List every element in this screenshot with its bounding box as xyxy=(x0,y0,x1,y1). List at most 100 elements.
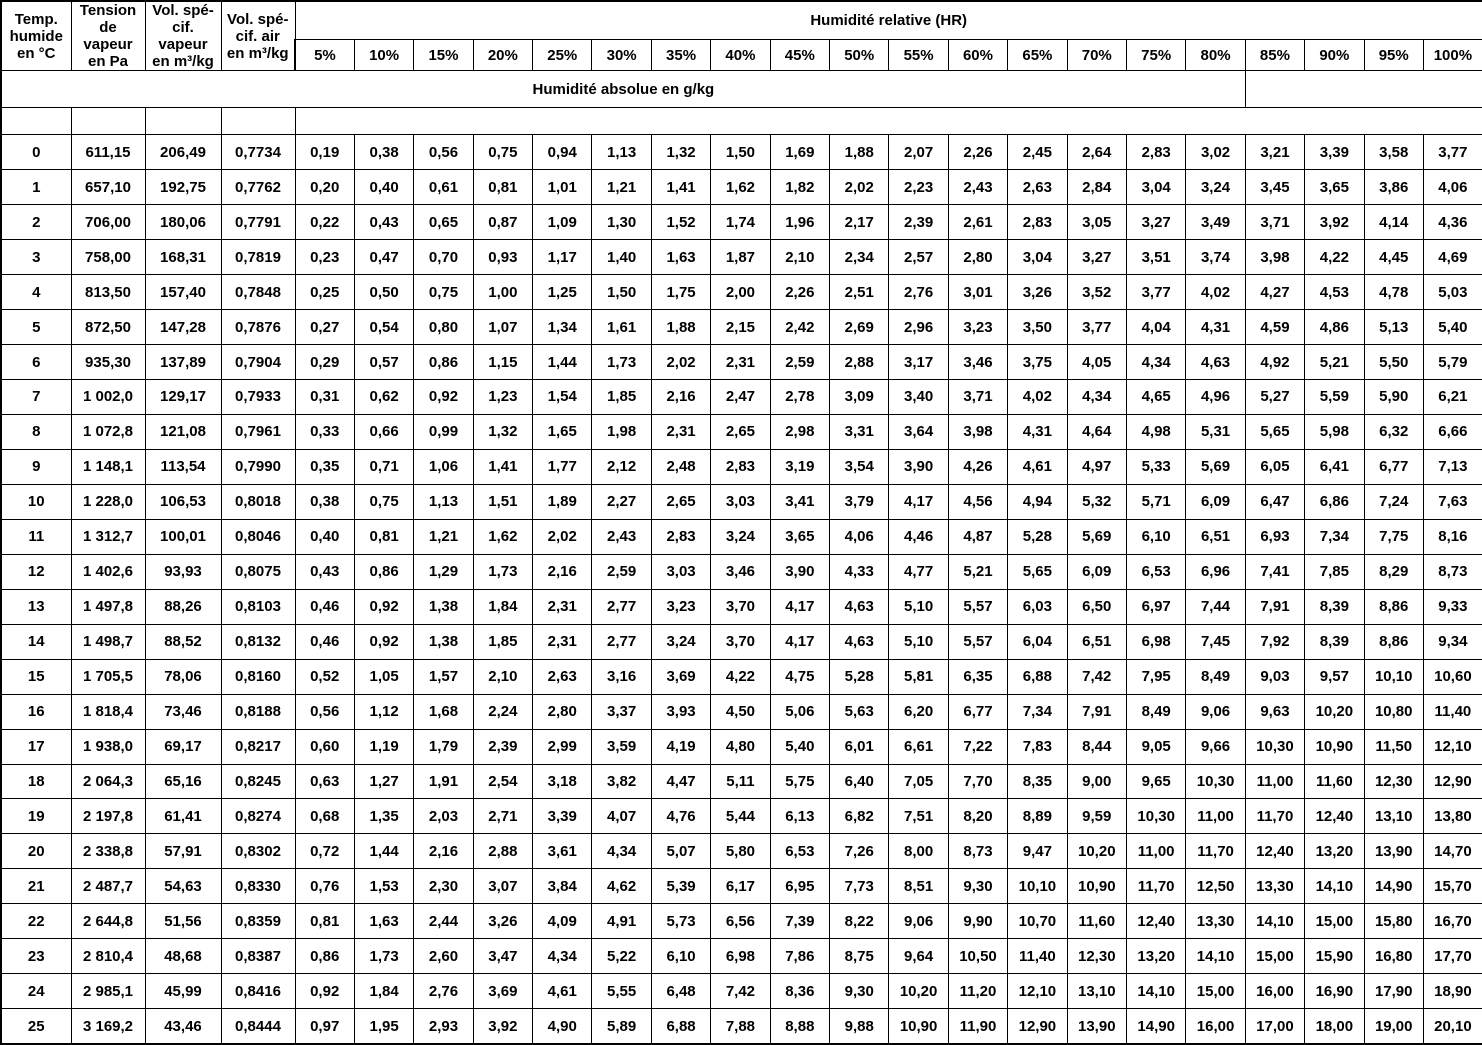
cell-humidite-absolue: 6,88 xyxy=(650,1008,712,1045)
cell-humidite-absolue: 1,77 xyxy=(532,448,593,485)
cell-humidite-absolue: 3,03 xyxy=(650,553,712,590)
cell-humidite-absolue: 3,77 xyxy=(1422,134,1482,171)
cell-vol-specif-vapeur: 129,17 xyxy=(144,379,222,415)
cell-humidite-absolue: 4,50 xyxy=(710,693,771,730)
cell-humidite-absolue: 1,05 xyxy=(353,658,415,695)
cell-humidite-absolue: 4,14 xyxy=(1363,204,1424,241)
cell-vol-specif-vapeur: 54,63 xyxy=(144,868,222,905)
cell-humidite-absolue: 3,70 xyxy=(710,623,771,660)
cell-humidite-absolue: 2,39 xyxy=(472,728,534,765)
cell-humidite-absolue: 17,00 xyxy=(1244,1008,1306,1045)
table-row: 14 1 498,7 88,52 0,8132 0,46 0,92 1,38 1,85 2,31… xyxy=(0,623,1482,660)
cell-humidite-absolue: 0,46 xyxy=(294,623,355,660)
header-humidity-10pct: 10% xyxy=(353,38,415,72)
header-humidity-5pct: 5% xyxy=(293,38,355,72)
cell-humidite-absolue: 4,06 xyxy=(1422,169,1482,206)
spacer-cell-humidity xyxy=(294,107,1482,136)
cell-vol-specif-vapeur: 157,40 xyxy=(144,274,222,311)
cell-vol-specif-air: 0,8302 xyxy=(220,833,296,870)
cell-humidite-absolue: 2,76 xyxy=(888,274,949,311)
header-humidity-85pct: 85% xyxy=(1244,38,1306,72)
cell-humidite-absolue: 1,44 xyxy=(532,344,593,381)
cell-humidite-absolue: 0,38 xyxy=(294,483,355,520)
cell-humidite-absolue: 1,62 xyxy=(710,169,771,206)
cell-humidite-absolue: 1,12 xyxy=(353,693,415,730)
cell-vol-specif-air: 0,8103 xyxy=(220,588,296,625)
cell-humidite-absolue: 5,57 xyxy=(947,623,1009,660)
header-humidity-100pct: 100% xyxy=(1422,38,1482,72)
cell-tension-vapeur: 706,00 xyxy=(70,204,146,241)
cell-tension-vapeur: 1 228,0 xyxy=(70,483,146,520)
cell-humidite-absolue: 0,43 xyxy=(294,553,355,590)
header-tension-vapeur: Tension de vapeur en Pa xyxy=(70,0,146,72)
cell-humidite-absolue: 6,86 xyxy=(1304,483,1365,520)
cell-humidite-absolue: 6,88 xyxy=(1007,658,1068,695)
cell-humidite-absolue: 0,60 xyxy=(294,728,355,765)
cell-vol-specif-vapeur: 88,26 xyxy=(144,588,222,625)
table-row: 71 002,0 129,17 0,7933 0,31 0,62 0,92 1,23 1,54… xyxy=(0,379,1482,415)
cell-humidite-absolue: 0,94 xyxy=(532,134,593,171)
cell-humidite-absolue: 2,60 xyxy=(413,938,474,975)
cell-vol-specif-air: 0,7990 xyxy=(220,448,296,485)
cell-humidite-absolue: 12,90 xyxy=(1007,1008,1068,1045)
cell-humidite-absolue: 3,26 xyxy=(1007,274,1068,311)
cell-tension-vapeur: 2 487,7 xyxy=(70,868,146,905)
cell-humidite-absolue: 6,10 xyxy=(650,938,712,975)
header-humidity-80pct: 80% xyxy=(1185,38,1246,72)
table-row: 4 813,50 157,40 0,7848 0,25 0,50 0,75 1,00 1,25 1… xyxy=(0,274,1482,311)
cell-temp-humide: 18 xyxy=(0,763,72,800)
cell-humidite-absolue: 16,80 xyxy=(1363,938,1424,975)
cell-humidite-absolue: 4,05 xyxy=(1066,344,1127,381)
cell-humidite-absolue: 1,38 xyxy=(413,623,474,660)
cell-humidite-absolue: 8,29 xyxy=(1363,553,1424,590)
cell-humidite-absolue: 7,34 xyxy=(1304,518,1365,555)
cell-humidite-absolue: 0,72 xyxy=(294,833,355,870)
header-line: de xyxy=(99,19,117,37)
cell-humidite-absolue: 12,30 xyxy=(1066,938,1127,975)
cell-vol-specif-air: 0,7734 xyxy=(220,134,296,171)
cell-humidite-absolue: 0,75 xyxy=(353,483,415,520)
cell-humidite-absolue: 2,63 xyxy=(1007,169,1068,206)
cell-humidite-absolue: 9,05 xyxy=(1125,728,1187,765)
cell-humidite-absolue: 2,42 xyxy=(769,309,831,346)
cell-humidite-absolue: 0,62 xyxy=(353,379,415,415)
cell-tension-vapeur: 611,15 xyxy=(70,134,146,171)
cell-humidite-absolue: 1,32 xyxy=(472,414,534,450)
cell-humidite-absolue: 6,32 xyxy=(1363,414,1424,450)
cell-humidite-absolue: 7,42 xyxy=(710,973,771,1010)
cell-humidite-absolue: 5,71 xyxy=(1125,483,1187,520)
header-line: vapeur xyxy=(83,36,133,54)
cell-humidite-absolue: 0,75 xyxy=(413,274,474,311)
cell-humidite-absolue: 1,07 xyxy=(472,309,534,346)
table-row: 15 1 705,5 78,06 0,8160 0,52 1,05 1,57 2,10 2,63… xyxy=(0,658,1482,695)
cell-temp-humide: 17 xyxy=(0,728,72,765)
cell-humidite-absolue: 6,41 xyxy=(1304,448,1365,485)
cell-humidite-absolue: 14,70 xyxy=(1422,833,1482,870)
cell-humidite-absolue: 3,79 xyxy=(829,483,890,520)
cell-vol-specif-vapeur: 48,68 xyxy=(144,938,222,975)
cell-vol-specif-vapeur: 78,06 xyxy=(144,658,222,695)
cell-humidite-absolue: 7,63 xyxy=(1422,483,1482,520)
cell-humidite-absolue: 1,09 xyxy=(532,204,593,241)
cell-humidite-absolue: 8,20 xyxy=(947,798,1009,835)
cell-humidite-absolue: 3,41 xyxy=(769,483,831,520)
cell-vol-specif-air: 0,8245 xyxy=(220,763,296,800)
header-temp-humide: Temp. humide en °C xyxy=(0,0,72,72)
cell-humidite-absolue: 4,94 xyxy=(1007,483,1068,520)
header-humidity-35pct: 35% xyxy=(650,38,712,72)
cell-humidite-absolue: 5,10 xyxy=(888,623,949,660)
table-row: 0 611,15 206,49 0,7734 0,19 0,38 0,56 0,75 0,94 1… xyxy=(0,134,1482,171)
cell-humidite-absolue: 2,44 xyxy=(413,903,474,940)
cell-humidite-absolue: 1,44 xyxy=(353,833,415,870)
cell-humidite-absolue: 8,73 xyxy=(947,833,1009,870)
cell-humidite-absolue: 14,10 xyxy=(1185,938,1246,975)
cell-humidite-absolue: 3,84 xyxy=(532,868,593,905)
cell-humidite-absolue: 5,89 xyxy=(591,1008,652,1045)
cell-vol-specif-vapeur: 121,08 xyxy=(144,414,222,450)
cell-humidite-absolue: 9,34 xyxy=(1422,623,1482,660)
cell-humidite-absolue: 4,17 xyxy=(769,588,831,625)
cell-humidite-absolue: 5,65 xyxy=(1244,414,1306,450)
cell-humidite-absolue: 0,20 xyxy=(294,169,355,206)
cell-humidite-absolue: 3,19 xyxy=(769,448,831,485)
cell-humidite-absolue: 6,77 xyxy=(1363,448,1424,485)
